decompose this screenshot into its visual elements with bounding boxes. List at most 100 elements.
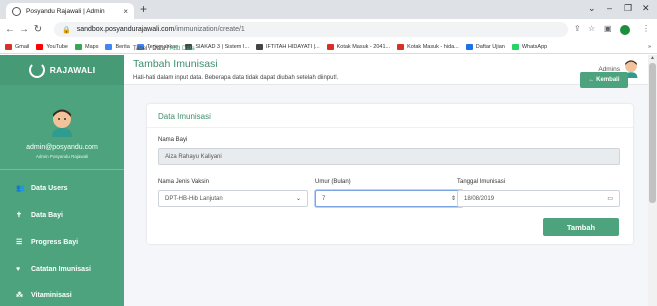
- chevron-down-icon: ⌄: [295, 196, 301, 202]
- sidepanel-icon[interactable]: ▣: [604, 24, 612, 33]
- bookmark-favicon-icon: [36, 43, 44, 50]
- bookmark-label: Kotak Masuk - hida...: [407, 43, 459, 50]
- sidebar-item-catatan-imunisasi[interactable]: ♥ Catatan Imunisasi: [0, 260, 124, 278]
- bookmark-item[interactable]: Kotak Masuk - 2041...: [326, 43, 391, 50]
- calendar-icon[interactable]: ▭: [607, 195, 613, 202]
- close-window-icon[interactable]: ✕: [642, 3, 650, 14]
- bookmark-item[interactable]: Daftar Ujian: [465, 43, 505, 50]
- form-card: Data Imunisasi Nama Bayi Aiza Rahayu Kal…: [147, 104, 633, 244]
- back-arrow-icon[interactable]: ←: [3, 24, 17, 35]
- bookmark-favicon-icon: [256, 43, 264, 50]
- url-host: sandbox.posyandurajawali.com: [76, 26, 175, 33]
- page-title: Tambah Imunisasi: [133, 58, 218, 70]
- stepper-icon[interactable]: ⇕: [451, 195, 456, 202]
- jenis-vaksin-select[interactable]: DPT-HB-Hib Lanjutan ⌄: [158, 190, 308, 207]
- tanggal-label: Tanggal Imunisasi: [457, 179, 506, 185]
- baby-icon: ✝: [16, 212, 22, 219]
- minimize-icon[interactable]: –: [607, 3, 612, 13]
- page-description: Hati-hati dalam input data. Beberapa dat…: [133, 75, 339, 81]
- bookmark-label: Berita: [115, 43, 130, 50]
- card-header: Data Imunisasi: [147, 104, 633, 128]
- sidebar-item-label: Catatan Imunisasi: [31, 265, 91, 273]
- bookmark-item[interactable]: IFTITAH HIDAYATI |...: [256, 43, 320, 50]
- bookmark-favicon-icon: [465, 43, 473, 50]
- scroll-thumb[interactable]: [649, 63, 656, 203]
- browser-tabstrip: Posyandu Rajawali | Admin × + ⌄ – ❐ ✕: [0, 0, 657, 19]
- sidebar-item-label: Data Bayi: [31, 211, 63, 219]
- bookmark-item[interactable]: Gmail: [5, 43, 29, 50]
- bookmark-label: YouTube: [46, 43, 68, 50]
- heart-icon: ♥: [16, 265, 21, 273]
- nama-bayi-value: Aiza Rahayu Kaliyani: [165, 153, 222, 160]
- list-icon: ☰: [16, 239, 23, 246]
- bookmark-label: Maps: [85, 43, 99, 50]
- sidebar-item-progress-bayi[interactable]: ☰ Progress Bayi: [0, 233, 124, 251]
- sidebar-role: Admin Posyandu Rajawali: [35, 154, 89, 159]
- bookmark-label: WhatsApp: [521, 43, 548, 50]
- bookmark-item[interactable]: WhatsApp: [511, 43, 548, 50]
- bookmark-label: Kotak Masuk - 2041...: [336, 43, 391, 50]
- address-bar-row: ← → ↻ 🔒 sandbox.posyandurajawali.com /im…: [0, 19, 657, 40]
- tambah-button[interactable]: Tambah: [543, 218, 619, 236]
- reload-icon[interactable]: ↻: [31, 24, 45, 35]
- sidebar-item-data-bayi[interactable]: ✝ Data Bayi: [0, 206, 124, 224]
- brand[interactable]: RAJAWALI: [0, 55, 124, 85]
- bookmark-item[interactable]: YouTube: [36, 43, 68, 50]
- back-button[interactable]: ← Kembali: [580, 72, 628, 88]
- breadcrumb-data[interactable]: Data: [152, 46, 165, 52]
- bookmark-favicon-icon: [326, 43, 334, 50]
- globe-icon: [12, 6, 21, 16]
- chevron-down-icon[interactable]: ⌄: [588, 3, 596, 14]
- bookmark-label: IFTITAH HIDAYATI |...: [266, 43, 320, 50]
- nama-bayi-label: Nama Bayi: [158, 137, 188, 143]
- rajawali-logo-icon: [28, 62, 45, 78]
- forward-arrow-icon[interactable]: →: [17, 24, 31, 35]
- restore-icon[interactable]: ❐: [624, 3, 632, 14]
- share-icon[interactable]: ⇪: [574, 24, 581, 33]
- bookmarks-overflow-icon[interactable]: »: [648, 44, 651, 50]
- lock-icon: 🔒: [62, 26, 71, 34]
- bookmark-item[interactable]: Kotak Masuk - hida...: [397, 43, 459, 50]
- bookmark-label: Daftar Ujian: [475, 43, 505, 50]
- sidebar-item-data-users[interactable]: 👥 Data Users: [0, 179, 124, 197]
- url-bar[interactable]: 🔒 sandbox.posyandurajawali.com /immuniza…: [54, 22, 568, 37]
- sidebar: RAJAWALI admin@posyandu.com Admin Posyan…: [0, 55, 124, 306]
- bookmark-item[interactable]: Berita: [105, 43, 130, 50]
- bookmark-favicon-icon: [511, 43, 519, 50]
- scroll-up-icon[interactable]: ▲: [649, 55, 656, 62]
- bookmark-favicon-icon: [5, 43, 12, 50]
- umur-label: Umur (Bulan): [315, 179, 351, 185]
- bookmark-favicon-icon: [397, 43, 405, 50]
- star-icon[interactable]: ☆: [588, 24, 595, 33]
- sidebar-divider: [0, 169, 124, 170]
- brand-name: RAJAWALI: [49, 65, 96, 75]
- pills-icon: ⁂: [16, 292, 23, 299]
- sidebar-item-vitaminisasi[interactable]: ⁂ Vitaminisasi: [0, 286, 124, 304]
- scrollbar[interactable]: ▲: [648, 55, 657, 306]
- url-path: /immunization/create/1: [174, 26, 245, 33]
- jenis-vaksin-label: Nama Jenis Vaksin: [158, 179, 209, 185]
- tanggal-input[interactable]: 18/08/2019 ▭: [457, 190, 620, 207]
- bookmark-label: SIAKAD 3 | Sistem I...: [195, 43, 250, 50]
- sidebar-email: admin@posyandu.com: [26, 144, 98, 151]
- umur-input[interactable]: 7 ⇕: [315, 190, 463, 207]
- breadcrumb-active: Add Data: [169, 46, 195, 52]
- browser-tab[interactable]: Posyandu Rajawali | Admin ×: [6, 3, 134, 19]
- breadcrumb: Tabel / Data / Add Data: [133, 46, 195, 52]
- admin-avatar: [52, 109, 72, 137]
- users-icon: 👥: [16, 185, 25, 192]
- umur-value: 7: [322, 195, 326, 202]
- sidebar-item-label: Progress Bayi: [31, 238, 79, 246]
- kebab-menu-icon[interactable]: ⋮: [642, 24, 650, 33]
- breadcrumb-tabel[interactable]: Tabel: [133, 46, 147, 52]
- new-tab-button[interactable]: +: [140, 2, 147, 16]
- tanggal-value: 18/08/2019: [464, 195, 495, 202]
- bookmark-favicon-icon: [105, 43, 113, 50]
- bookmark-item[interactable]: Maps: [75, 43, 99, 50]
- profile-avatar[interactable]: [620, 25, 630, 35]
- card-title: Data Imunisasi: [158, 112, 211, 121]
- bookmark-favicon-icon: [75, 43, 82, 50]
- nama-bayi-field: Aiza Rahayu Kaliyani: [158, 148, 620, 165]
- jenis-vaksin-value: DPT-HB-Hib Lanjutan: [165, 195, 223, 202]
- tab-close-icon[interactable]: ×: [123, 7, 128, 16]
